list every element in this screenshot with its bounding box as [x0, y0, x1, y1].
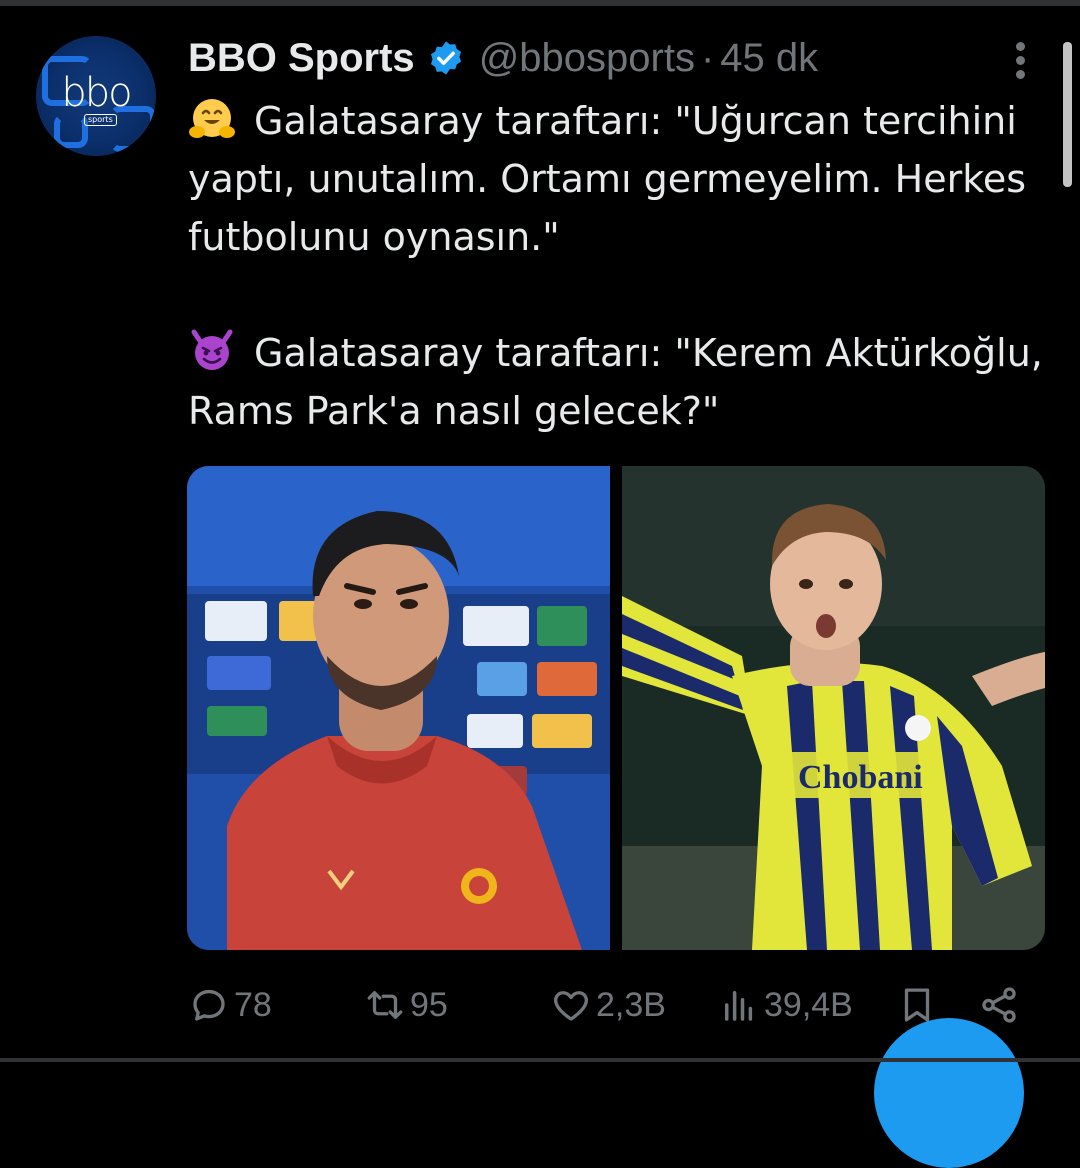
like-button[interactable]: 2,3B [550, 980, 666, 1030]
football-player-photo: Chobani [622, 466, 1045, 950]
tweet-media-grid: Chobani [187, 466, 1045, 950]
tweet-action-bar: 78 95 2,3B 39,4B [188, 980, 1048, 1030]
header-separator: · [700, 35, 715, 80]
more-options-icon[interactable] [1012, 42, 1028, 82]
reply-icon [193, 989, 225, 1021]
verified-badge-icon[interactable] [427, 39, 465, 77]
media-photo-left[interactable] [187, 466, 610, 950]
like-count: 2,3B [596, 985, 666, 1024]
repost-button[interactable]: 95 [364, 980, 448, 1030]
tweet-line-1: Galatasaray taraftarı: "Uğurcan tercihin… [188, 99, 1027, 259]
tweet-paragraph-2: Galatasaray taraftarı: "Kerem Aktürkoğlu… [188, 324, 1048, 440]
author-avatar[interactable]: bbo sports [36, 36, 156, 156]
top-divider [0, 0, 1080, 6]
tweet-paragraph-1: Galatasaray taraftarı: "Uğurcan tercihin… [188, 92, 1048, 266]
media-photo-right[interactable]: Chobani [622, 466, 1045, 950]
compose-floating-button[interactable] [874, 1018, 1024, 1168]
press-conference-photo [187, 466, 610, 950]
views-button[interactable]: 39,4B [718, 980, 853, 1030]
smiling-devil-icon [191, 329, 233, 370]
author-name[interactable]: BBO Sports [188, 36, 415, 81]
tweet-text: Galatasaray taraftarı: "Uğurcan tercihin… [188, 92, 1048, 440]
views-chart-icon [725, 991, 753, 1021]
reply-button[interactable]: 78 [188, 980, 272, 1030]
tweet-header: BBO Sports @bbosports · 45 dk [188, 30, 818, 86]
tweet-timestamp[interactable]: 45 dk [720, 36, 818, 81]
repost-count: 95 [410, 985, 448, 1024]
avatar-decor [54, 114, 88, 148]
author-handle[interactable]: @bbosports [479, 36, 695, 81]
jersey-sponsor-text: Chobani [798, 759, 923, 796]
tweet-line-2: Galatasaray taraftarı: "Kerem Aktürkoğlu… [188, 331, 1043, 433]
share-icon [982, 987, 1016, 1023]
share-button[interactable] [978, 980, 1024, 1030]
hugging-face-icon [189, 99, 235, 138]
views-count: 39,4B [764, 985, 853, 1024]
heart-icon [554, 991, 588, 1021]
repost-icon [367, 991, 403, 1019]
bottom-divider [0, 1058, 1080, 1062]
avatar-logo-text: bbo [61, 70, 132, 116]
reply-count: 78 [234, 985, 272, 1024]
scrollbar[interactable] [1063, 42, 1072, 187]
avatar-logo-tag: sports [84, 114, 117, 126]
